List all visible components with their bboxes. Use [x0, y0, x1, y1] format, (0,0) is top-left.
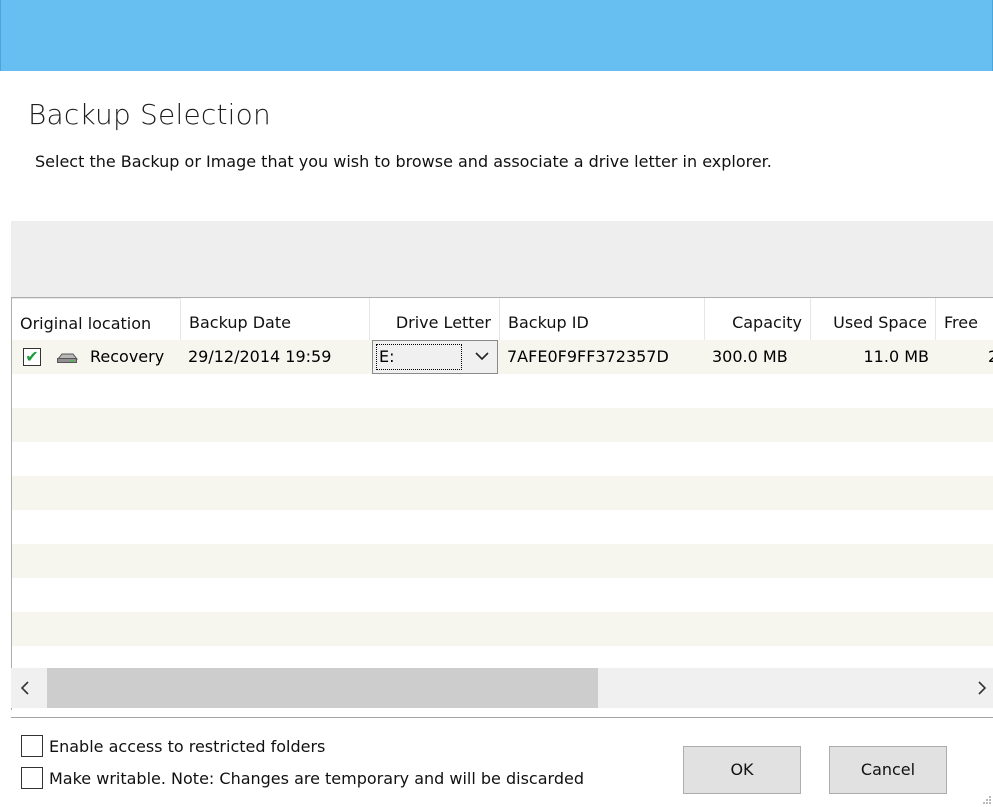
cell-backup-id: 7AFE0F9FF372357D — [507, 347, 669, 366]
restricted-folders-label: Enable access to restricted folders — [49, 737, 326, 756]
cell-original-location: Recovery — [90, 347, 165, 366]
scrollbar-thumb[interactable] — [47, 668, 598, 708]
chevron-down-icon — [475, 352, 489, 361]
ok-button[interactable]: OK — [683, 746, 801, 794]
column-header-drive-letter[interactable]: Drive Letter — [370, 298, 500, 340]
restricted-folders-checkbox[interactable] — [21, 735, 43, 757]
table-row[interactable]: ✔ Recovery 29/12/2014 19:59 E: 7AFE0F9FF… — [12, 340, 993, 374]
scroll-right-icon[interactable] — [978, 681, 986, 695]
toolbar-band — [11, 221, 993, 298]
column-header-capacity[interactable]: Capacity — [705, 298, 811, 340]
column-header-used-space[interactable]: Used Space — [811, 298, 936, 340]
table-row-stripe — [12, 544, 993, 578]
drive-letter-value: E: — [376, 344, 462, 370]
backup-table[interactable]: Original location Backup Date Drive Lett… — [11, 297, 993, 710]
scroll-left-icon[interactable] — [21, 681, 29, 695]
title-bar[interactable] — [0, 0, 993, 71]
table-row-stripe — [12, 612, 993, 646]
table-row-stripe — [12, 476, 993, 510]
cell-used-space: 11.0 MB — [863, 347, 930, 366]
drive-letter-select[interactable]: E: — [372, 340, 498, 374]
cell-backup-date: 29/12/2014 19:59 — [188, 347, 332, 366]
make-writable-label: Make writable. Note: Changes are tempora… — [49, 769, 584, 788]
drive-icon — [56, 353, 78, 363]
table-header: Original location Backup Date Drive Lett… — [12, 298, 993, 340]
row-checkbox[interactable]: ✔ — [23, 348, 41, 366]
dialog-heading: Backup Selection — [28, 98, 271, 131]
column-header-original-location[interactable]: Original location — [12, 298, 181, 340]
table-row-stripe — [12, 408, 993, 442]
column-header-backup-date[interactable]: Backup Date — [181, 298, 370, 340]
window-border-left — [0, 0, 1, 71]
horizontal-scrollbar[interactable] — [11, 668, 993, 708]
column-header-free[interactable]: Free — [936, 298, 993, 340]
cell-capacity: 300.0 MB — [712, 347, 788, 366]
dialog-subtitle: Select the Backup or Image that you wish… — [35, 152, 772, 171]
cell-free: 28 — [936, 340, 993, 374]
make-writable-checkbox[interactable] — [21, 767, 43, 789]
cancel-button[interactable]: Cancel — [829, 746, 947, 794]
column-header-backup-id[interactable]: Backup ID — [500, 298, 705, 340]
resize-grip-icon[interactable] — [982, 795, 992, 805]
divider — [11, 717, 993, 718]
